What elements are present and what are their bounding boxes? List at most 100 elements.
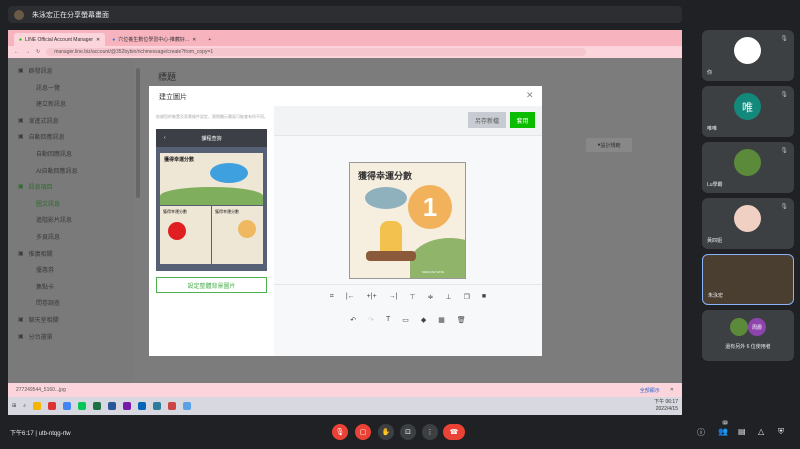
participant-tile[interactable]: 🎙 黃四姐 (702, 198, 794, 249)
participant-tile[interactable]: 🎙 Lu學霸 (702, 142, 794, 193)
tab-line-manager[interactable]: ● LINE Official Account Manager ✕ (14, 33, 106, 46)
phone-preview: ‹ 課程查詢 獲得幸運分數 獲得幸運分數 獲得幸運分數 (156, 129, 267, 271)
skype-icon[interactable] (138, 402, 147, 410)
sidebar-item[interactable]: ▣ 漸進式訊息 (18, 116, 59, 125)
section-icon: ▣ (18, 317, 24, 323)
sidebar-item[interactable]: 訊息一覽 (36, 83, 60, 92)
sidebar-item[interactable]: 圖文訊息 (36, 199, 60, 208)
close-icon[interactable]: ✕ (526, 90, 534, 101)
others-tile[interactable]: 周爵 還有另外 6 位使用者 (702, 310, 794, 361)
fill-icon[interactable]: ◆ (421, 316, 426, 324)
redo-icon[interactable]: ↷ (368, 316, 374, 324)
avatar: 唯 (734, 93, 761, 120)
windows-start-icon[interactable]: ⊞ (12, 403, 16, 409)
participant-tile[interactable]: 唯 🎙 唯唯 (702, 86, 794, 137)
excel-icon[interactable] (93, 402, 102, 410)
sidebar-item[interactable]: 優惠券 (36, 265, 54, 274)
hang-up-button[interactable]: ☎ (443, 424, 465, 440)
sidebar-item[interactable]: 問卷調查 (36, 298, 60, 307)
participant-tile[interactable]: 朱泳宏 (702, 254, 794, 305)
text-icon[interactable]: T (386, 316, 390, 324)
chrome-profile-icon[interactable] (168, 402, 177, 410)
more-options-button[interactable]: ⋮ (422, 424, 438, 440)
sidebar-item-label: 自動回應訊息 (28, 135, 65, 142)
canvas-image[interactable]: 獲得幸運分數 1 MARLOW DATE (349, 162, 466, 279)
present-button[interactable]: ⊡ (400, 424, 416, 440)
chrome-icon[interactable] (63, 402, 72, 410)
show-all-downloads[interactable]: 全部顯示 (640, 387, 660, 394)
avatar (734, 205, 761, 232)
host-controls-icon[interactable]: ⛨ (778, 427, 784, 437)
grid-icon[interactable]: ▦ (438, 316, 445, 324)
camera-off-button[interactable]: ▢ (355, 424, 371, 440)
sidebar-item[interactable]: 多頁訊息 (36, 232, 60, 241)
sidebar-item[interactable]: AI自動回應訊息 (36, 166, 78, 175)
sidebar-item-label: 訊息項目 (28, 185, 53, 192)
tab-second[interactable]: ● 穴位養生數位學習中心-推薦好... ✕ (107, 33, 201, 46)
undo-icon[interactable]: ↶ (350, 316, 356, 324)
send-backward-icon[interactable]: ❐ (464, 293, 470, 301)
sidebar-item[interactable]: ▣ 推廣相關 (18, 249, 53, 258)
sidebar-item-label: 分台選單 (28, 334, 53, 341)
new-tab-button[interactable]: + (203, 33, 216, 46)
set-background-button[interactable]: 設定整體背景圖片 (156, 277, 267, 293)
bring-forward-icon[interactable]: ■ (482, 293, 486, 301)
design-guide-button[interactable]: ● 設計規範 (586, 138, 632, 152)
sidebar-item[interactable]: ▣ 訊息項目 (18, 182, 53, 191)
presenter-avatar (14, 9, 24, 20)
participant-name: Lu學霸 (707, 182, 723, 188)
shared-screen: ● LINE Official Account Manager ✕ ● 穴位養生數位… (8, 30, 682, 415)
line-icon[interactable] (78, 402, 87, 410)
store-icon[interactable] (153, 402, 162, 410)
sidebar-scrollbar[interactable] (136, 68, 140, 198)
mic-muted-icon: 🎙 (780, 36, 788, 42)
participant-tile[interactable]: 🎙 你 (702, 30, 794, 81)
sidebar-item[interactable]: 自動回應訊息 (36, 149, 72, 158)
word-icon[interactable] (108, 402, 117, 410)
align-top-icon[interactable]: ⊤ (410, 293, 416, 301)
opera-icon[interactable] (48, 402, 57, 410)
chat-icon[interactable]: ▤ (738, 427, 746, 436)
sidebar-item[interactable]: 建立新訊息 (36, 99, 66, 108)
image-icon[interactable]: ▭ (402, 316, 409, 324)
people-icon[interactable]: 👥 12 (718, 420, 729, 436)
activities-icon[interactable]: △ (758, 427, 764, 436)
crop-icon[interactable]: ⌗ (330, 293, 334, 301)
align-right-icon[interactable]: →| (389, 293, 398, 301)
app-icon[interactable] (183, 402, 192, 410)
clock-date: 2022/4/15 (655, 406, 678, 412)
info-icon[interactable]: ⓘ (697, 427, 705, 438)
sidebar-item-label: 聊天室相關 (28, 318, 59, 324)
mic-off-button[interactable]: 🎙 (332, 424, 348, 440)
url-field[interactable]: manager.line.biz/account/@352bybin/richm… (46, 48, 587, 56)
reload-icon[interactable]: ↻ (36, 49, 40, 55)
sidebar-item[interactable]: 進階影片訊息 (36, 215, 72, 224)
sidebar-item[interactable]: ▣ 自動回應訊息 (18, 132, 65, 141)
sidebar-item[interactable]: ▣ 群發訊息 (18, 66, 53, 75)
align-middle-icon[interactable]: ≑ (428, 293, 434, 301)
sidebar-item[interactable]: 集點卡 (36, 282, 54, 291)
forward-icon[interactable]: → (25, 49, 30, 55)
close-icon[interactable]: ✕ (670, 387, 674, 393)
raise-hand-button[interactable]: ✋ (378, 424, 394, 440)
onenote-icon[interactable] (123, 402, 132, 410)
meeting-info: 下午6:17 | utb-ntqg-rtw (10, 431, 71, 437)
save-as-button[interactable]: 另存新檔 (468, 112, 506, 128)
section-icon: ▣ (18, 333, 24, 340)
align-bottom-icon[interactable]: ⊥ (445, 293, 451, 301)
download-file[interactable]: 277249544_5160...jpg (16, 387, 66, 393)
mic-muted-icon: 🎙 (780, 92, 788, 98)
avatar: 周爵 (748, 318, 766, 336)
search-icon[interactable]: ⌕ (23, 403, 26, 409)
align-left-icon[interactable]: |← (346, 293, 355, 301)
design-guide-label: 設計規範 (600, 142, 621, 149)
apply-button[interactable]: 套用 (510, 112, 535, 128)
sidebar-item[interactable]: ▣ 聊天室相關 (18, 315, 59, 324)
sidebar-item-label: 群發訊息 (28, 69, 53, 75)
sidebar-item[interactable]: ▣ 分台選單 (18, 332, 53, 341)
align-center-icon[interactable]: +|+ (367, 293, 377, 301)
delete-icon[interactable]: 🗑 (457, 316, 466, 324)
explorer-icon[interactable] (33, 402, 42, 410)
back-icon[interactable]: ← (14, 49, 19, 55)
mic-muted-icon: 🎙 (780, 148, 788, 154)
